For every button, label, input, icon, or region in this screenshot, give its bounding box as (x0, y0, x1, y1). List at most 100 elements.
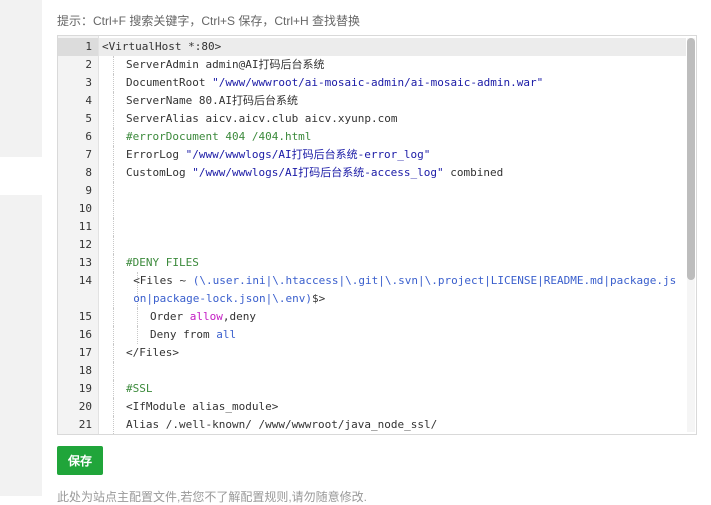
line-number: 3 (85, 76, 92, 89)
indent-guide (113, 200, 114, 218)
line-number: 18 (78, 364, 92, 377)
code-token: combined (443, 166, 504, 179)
code-line-area: ServerAdmin admin@AI打码后台系统 (99, 56, 686, 74)
indent-guide (113, 272, 114, 308)
code-line[interactable]: 5 ServerAlias aicv.aicv.club aicv.xyunp.c… (58, 110, 686, 128)
indent-guide (113, 74, 114, 92)
code-text: <VirtualHost *:80> (102, 38, 682, 56)
code-line[interactable]: 17 </Files> (58, 344, 686, 362)
save-button[interactable]: 保存 (57, 446, 103, 475)
code-token: all (216, 328, 237, 341)
code-line-area: <Files ~ (\.user.ini|\.htaccess|\.git|\.… (99, 272, 686, 308)
editor-scrollbar[interactable] (687, 38, 695, 432)
code-line-area: #SSL (99, 380, 686, 398)
code-text: Order allow,deny (150, 308, 682, 326)
indent-guide (113, 218, 114, 236)
indent-guide (113, 182, 114, 200)
line-number: 21 (78, 418, 92, 431)
code-token: <IfModule alias_module> (126, 400, 279, 413)
code-line[interactable]: 12 (58, 236, 686, 254)
code-token: ServerAlias aicv.aicv.club aicv.xyunp.co… (126, 112, 398, 125)
line-number: 15 (78, 310, 92, 323)
code-text: <IfModule alias_module> (126, 398, 682, 416)
indent-guide (113, 326, 114, 344)
line-number: 5 (85, 112, 92, 125)
code-text: #DENY FILES (126, 254, 682, 272)
code-token: DocumentRoot (126, 76, 213, 89)
code-token: "/www/wwwlogs/AI打码后台系统-error_log" (185, 148, 431, 161)
code-line-area: ServerAlias aicv.aicv.club aicv.xyunp.co… (99, 110, 686, 128)
indent-guide (113, 416, 114, 434)
indent-guide (137, 326, 138, 344)
code-line-area (99, 218, 686, 236)
code-line[interactable]: 14 <Files ~ (\.user.ini|\.htaccess|\.git|… (58, 272, 686, 308)
code-line-area: <VirtualHost *:80> (99, 38, 686, 56)
keyboard-shortcut-hint: 提示：Ctrl+F 搜索关键字，Ctrl+S 保存，Ctrl+H 查找替换 (57, 14, 361, 28)
line-number: 12 (78, 238, 92, 251)
code-line-area: #errorDocument 404 /404.html (99, 128, 686, 146)
code-token: $> (312, 292, 326, 305)
code-token: <VirtualHost *:80> (102, 40, 222, 53)
code-line[interactable]: 13 #DENY FILES (58, 254, 686, 272)
line-number: 2 (85, 58, 92, 71)
code-text: <Files ~ (\.user.ini|\.htaccess|\.git|\.… (133, 272, 682, 308)
code-token: <Files ~ (133, 274, 193, 287)
code-text: #errorDocument 404 /404.html (126, 128, 682, 146)
code-line-area: #DENY FILES (99, 254, 686, 272)
code-token: Alias /.well-known/ /www/wwwroot/java_no… (126, 418, 438, 431)
line-number: 1 (58, 38, 98, 56)
code-line[interactable]: 10 (58, 200, 686, 218)
line-number: 7 (85, 148, 92, 161)
code-line[interactable]: 4 ServerName 80.AI打码后台系统 (58, 92, 686, 110)
code-line[interactable]: 16 Deny from all (58, 326, 686, 344)
indent-guide (113, 92, 114, 110)
code-token: #DENY FILES (126, 256, 199, 269)
code-line[interactable]: 6 #errorDocument 404 /404.html (58, 128, 686, 146)
config-code-editor[interactable]: 1 <VirtualHost *:80> 2 ServerAdmin admin@AI… (57, 35, 697, 435)
indent-guide (113, 362, 114, 380)
code-token: ServerName 80.AI打码后台系统 (126, 94, 298, 107)
indent-guide (113, 110, 114, 128)
code-line[interactable]: 19 #SSL (58, 380, 686, 398)
line-number: 13 (78, 256, 92, 269)
indent-guide (113, 146, 114, 164)
code-token: CustomLog (126, 166, 193, 179)
editor-scrollbar-thumb[interactable] (687, 38, 695, 280)
code-line-area: CustomLog "/www/wwwlogs/AI打码后台系统-access_… (99, 164, 686, 182)
code-text: ErrorLog "/www/wwwlogs/AI打码后台系统-error_lo… (126, 146, 682, 164)
code-line[interactable]: 18 (58, 362, 686, 380)
indent-guide (113, 128, 114, 146)
line-number: 14 (78, 274, 92, 287)
code-token: "/www/wwwlogs/AI打码后台系统-access_log" (192, 166, 444, 179)
code-line[interactable]: 11 (58, 218, 686, 236)
line-number: 20 (78, 400, 92, 413)
code-line-area: ServerName 80.AI打码后台系统 (99, 92, 686, 110)
indent-guide (137, 308, 138, 326)
code-line-area (99, 182, 686, 200)
indent-guide (113, 398, 114, 416)
code-line-area (99, 200, 686, 218)
code-line[interactable]: 20 <IfModule alias_module> (58, 398, 686, 416)
code-token: (\.user.ini|\.htaccess|\.git|\.svn|\.pro… (133, 274, 677, 305)
code-line[interactable]: 21 Alias /.well-known/ /www/wwwroot/java_… (58, 416, 686, 434)
code-line[interactable]: 2 ServerAdmin admin@AI打码后台系统 (58, 56, 686, 74)
code-line-area: ErrorLog "/www/wwwlogs/AI打码后台系统-error_lo… (99, 146, 686, 164)
code-token: "/www/wwwroot/ai-mosaic-admin/ai-mosaic-… (212, 76, 544, 89)
code-line-area: Deny from all (99, 326, 686, 344)
code-line[interactable]: 8 CustomLog "/www/wwwlogs/AI打码后台系统-access… (58, 164, 686, 182)
code-line-area: <IfModule alias_module> (99, 398, 686, 416)
code-line[interactable]: 3 DocumentRoot "/www/wwwroot/ai-mosaic-ad… (58, 74, 686, 92)
code-line-area (99, 236, 686, 254)
code-line[interactable]: 15 Order allow,deny (58, 308, 686, 326)
line-number: 6 (85, 130, 92, 143)
code-token: #SSL (126, 382, 153, 395)
code-text: </Files> (126, 344, 682, 362)
code-line[interactable]: 9 (58, 182, 686, 200)
line-number: 4 (85, 94, 92, 107)
code-line[interactable]: 1 <VirtualHost *:80> (58, 38, 686, 56)
code-line[interactable]: 7 ErrorLog "/www/wwwlogs/AI打码后台系统-error_l… (58, 146, 686, 164)
config-warning-note: 此处为站点主配置文件,若您不了解配置规则,请勿随意修改. (57, 490, 368, 504)
line-number: 11 (78, 220, 92, 233)
code-text: ServerAlias aicv.aicv.club aicv.xyunp.co… (126, 110, 682, 128)
code-line-area: </Files> (99, 344, 686, 362)
